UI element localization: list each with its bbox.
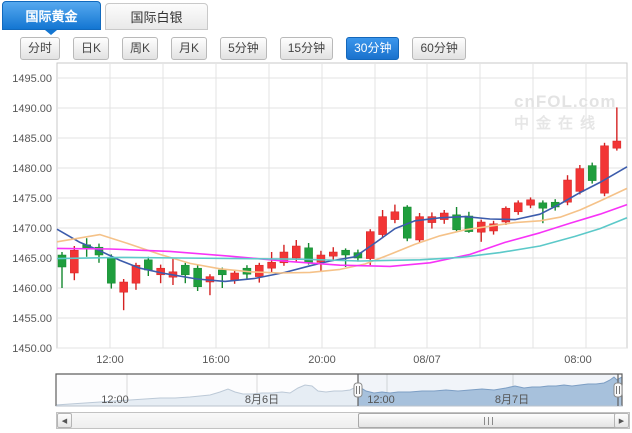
candle-down [181,264,190,276]
thumb-grip [492,417,493,425]
y-axis-label: 1490.00 [12,103,52,115]
navigator-selected-range[interactable] [358,374,618,406]
candle-up [390,211,400,220]
candle-down [193,267,202,288]
active-tab-pointer [45,30,57,35]
candle-up [513,202,523,213]
tab-silver[interactable]: 国际白银 [105,3,208,30]
x-axis-label: 20:00 [308,354,336,366]
navigator-left-handle[interactable] [353,382,363,398]
scrollbar-left-arrow[interactable]: ◀ [57,413,72,428]
gold-chart-widget: { "tabs": [ {"label": "国际黄金", "active": … [0,0,632,433]
candle-down [587,165,597,181]
y-axis-label: 1480.00 [12,163,52,175]
period-button-3[interactable]: 月K [171,37,208,60]
candle-up [612,140,622,149]
period-button-row: 分时 日K 周K 月K 5分钟 15分钟 30分钟 60分钟 [20,37,479,60]
period-button-0[interactable]: 分时 [20,37,61,60]
candlestick-chart[interactable]: 1495.00 1490.00 1485.00 1480.00 1475.00 1470.… [0,0,632,433]
period-button-7[interactable]: 60分钟 [412,37,466,60]
thumb-grip [488,417,489,425]
candle-up [329,251,338,257]
candle-up [378,216,387,235]
candle-down [57,254,67,268]
tab-gold[interactable]: 国际黄金 [2,1,101,30]
navigator-label: 8月7日 [495,394,529,406]
y-axis-label: 1485.00 [12,133,52,145]
candle-up [316,254,326,263]
candle-down [341,249,350,256]
y-axis-label: 1450.00 [12,343,52,355]
candle-up [255,264,264,277]
navigator-label: 12:00 [367,394,395,406]
y-axis-label: 1470.00 [12,223,52,235]
candle-up [292,245,301,259]
candle-up [230,272,239,281]
horizontal-scrollbar[interactable]: ◀ ▶ [56,412,630,429]
period-button-5[interactable]: 15分钟 [279,37,334,60]
period-button-4[interactable]: 5分钟 [220,37,267,60]
y-axis-label: 1495.00 [12,73,52,85]
candle-up [600,145,609,194]
scrollbar-thumb[interactable] [358,413,618,428]
candle-up [70,249,79,274]
candle-up [439,212,449,220]
x-axis-label: 08:00 [564,354,592,366]
candle-up [267,261,276,269]
candle-up [119,281,128,293]
period-button-6[interactable]: 30分钟 [346,37,400,60]
x-axis-label: 12:00 [96,354,124,366]
candle-down [218,269,227,276]
scrollbar-right-arrow[interactable]: ▶ [614,413,629,428]
navigator-right-handle[interactable] [613,382,623,398]
thumb-grip [484,417,485,425]
navigator-label: 12:00 [101,394,129,406]
y-axis-label: 1460.00 [12,283,52,295]
candle-up [526,199,535,206]
period-button-2[interactable]: 周K [122,37,159,60]
navigator-label: 8月6日 [245,394,279,406]
period-button-1[interactable]: 日K [73,37,110,60]
y-axis-label: 1475.00 [12,193,52,205]
y-axis-label: 1465.00 [12,253,52,265]
instrument-tabbar: 国际黄金 国际白银 [0,0,632,35]
candle-down [144,259,153,271]
candle-down [107,257,116,284]
y-axis-label: 1455.00 [12,313,52,325]
x-axis-label: 16:00 [202,354,230,366]
x-axis-label: 08/07 [413,354,441,366]
candle-up [575,168,585,192]
candle-down [538,202,548,209]
